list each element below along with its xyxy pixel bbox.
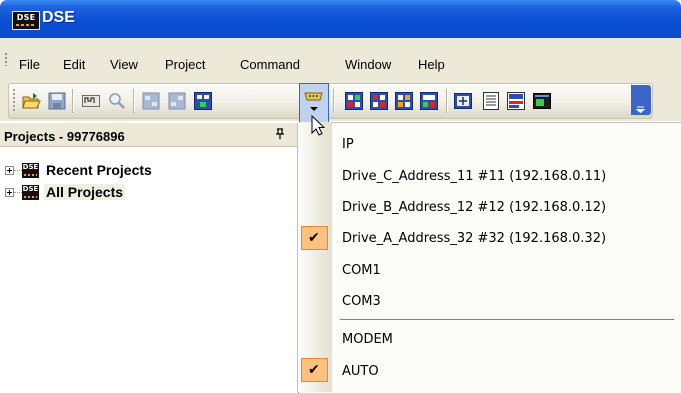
menu-item-com3[interactable]: COM3	[332, 285, 681, 317]
project-folder-icon: DSE	[22, 163, 39, 178]
expand-icon[interactable]	[5, 188, 14, 197]
menu-help[interactable]: Help	[418, 57, 445, 72]
open-project-icon[interactable]	[21, 91, 41, 111]
menubar-grip-icon[interactable]	[5, 53, 7, 66]
tree-item-label: All Projects	[44, 184, 126, 200]
menu-item-drive-c[interactable]: Drive_C_Address_11 #11 (192.168.0.11)	[332, 160, 681, 192]
parameter-list-icon[interactable]	[481, 91, 501, 111]
connect-icon[interactable]	[81, 91, 101, 111]
drive-red-icon[interactable]	[344, 91, 364, 111]
tree-item-recent-projects[interactable]: DSE Recent Projects	[0, 162, 297, 184]
menu-item-drive-b[interactable]: Drive_B_Address_12 #12 (192.168.0.12)	[332, 191, 681, 223]
add-node-icon[interactable]	[453, 91, 473, 111]
download-icon[interactable]	[167, 91, 187, 111]
menu-edit[interactable]: Edit	[63, 57, 85, 72]
mouse-cursor-icon	[311, 114, 326, 140]
app-logo-icon: DSE	[12, 11, 40, 30]
expand-icon[interactable]	[5, 166, 14, 175]
window-title: DSE	[42, 9, 75, 26]
menu-item-com1[interactable]: COM1	[332, 254, 681, 286]
menu-separator	[340, 319, 674, 320]
main-toolbar	[8, 83, 653, 119]
menu-item-label: Drive_B_Address_12 #12 (192.168.0.12)	[342, 200, 607, 215]
drive-orange-icon[interactable]	[394, 91, 414, 111]
network-icon[interactable]	[193, 91, 213, 111]
upload-icon[interactable]	[141, 91, 161, 111]
menu-item-label: Drive_C_Address_11 #11 (192.168.0.11)	[342, 169, 607, 184]
menu-project[interactable]: Project	[165, 57, 205, 72]
menu-item-label: COM3	[342, 294, 381, 309]
connection-menu-gutter	[298, 122, 332, 392]
search-icon[interactable]	[107, 91, 127, 111]
menu-item-label: COM1	[342, 263, 381, 278]
tree-item-all-projects[interactable]: DSE All Projects	[0, 184, 297, 206]
app-logo-text: DSE	[16, 13, 36, 22]
checkmark-icon: ✔	[301, 226, 328, 250]
graph-icon[interactable]	[506, 91, 526, 111]
projects-panel-header: Projects - 99776896	[0, 123, 297, 147]
menu-item-label: IP	[342, 137, 354, 152]
drive-red-alt-icon[interactable]	[369, 91, 389, 111]
projects-panel-title: Projects - 99776896	[4, 129, 125, 144]
menu-item-modem[interactable]: MODEM	[332, 323, 681, 355]
menu-view[interactable]: View	[110, 57, 138, 72]
menu-item-drive-a[interactable]: Drive_A_Address_32 #32 (192.168.0.32)	[332, 222, 681, 254]
title-bar: DSE DSE	[0, 0, 681, 38]
tree-item-label: Recent Projects	[46, 162, 152, 178]
menu-window[interactable]: Window	[345, 57, 391, 72]
menu-command[interactable]: Command	[240, 57, 300, 72]
menu-item-label: Drive_A_Address_32 #32 (192.168.0.32)	[342, 231, 607, 246]
menu-bar: File Edit View Project Command Window He…	[0, 38, 681, 83]
project-folder-icon: DSE	[22, 185, 39, 200]
menu-item-ip[interactable]: IP	[332, 128, 681, 160]
toolbar-options-icon[interactable]	[631, 85, 651, 115]
menu-file[interactable]: File	[19, 57, 40, 72]
save-icon[interactable]	[47, 91, 67, 111]
checkmark-icon: ✔	[301, 358, 328, 382]
menu-item-auto[interactable]: AUTO	[332, 355, 681, 387]
menu-item-label: MODEM	[342, 332, 393, 347]
pin-icon[interactable]	[275, 128, 285, 143]
toolbar-grip-icon[interactable]	[13, 89, 15, 113]
drive-compare-icon[interactable]	[419, 91, 439, 111]
terminal-icon[interactable]	[532, 91, 552, 111]
menu-item-label: AUTO	[342, 364, 379, 379]
